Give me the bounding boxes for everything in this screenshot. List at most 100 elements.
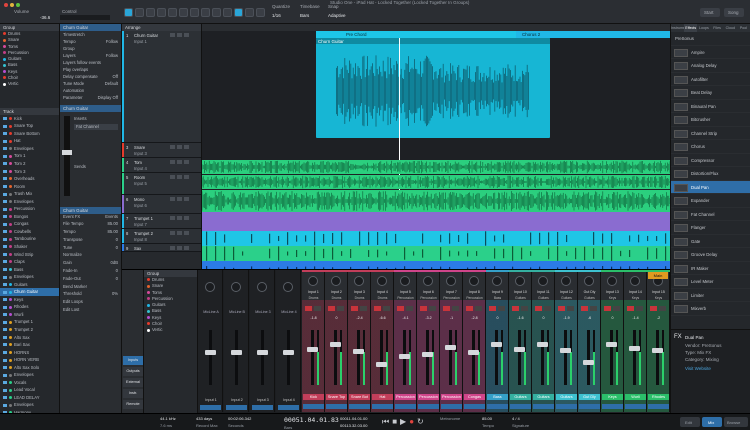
channel-strip[interactable]: Input 3 Drums -2.4 Snare Bot bbox=[348, 270, 371, 412]
track-visible-icon[interactable] bbox=[3, 335, 7, 339]
channel-output-button[interactable] bbox=[510, 404, 531, 409]
track-input[interactable]: Input 3 bbox=[134, 151, 147, 156]
pan-knob[interactable] bbox=[630, 276, 640, 286]
channel-name[interactable]: Hat bbox=[372, 394, 393, 400]
track-visible-icon[interactable] bbox=[3, 373, 7, 377]
track-item[interactable]: Trash Mix bbox=[0, 190, 59, 198]
input-fader-cap[interactable] bbox=[231, 350, 242, 355]
record-arm-button[interactable] bbox=[184, 231, 189, 235]
mute-button[interactable] bbox=[305, 306, 312, 311]
mute-button[interactable] bbox=[558, 306, 565, 311]
rewind-icon[interactable]: ⏮ bbox=[382, 417, 389, 427]
channel-output-button[interactable] bbox=[464, 404, 485, 409]
event-row-value[interactable]: 0 bbox=[116, 236, 118, 244]
event-row[interactable]: Fade-In 0 bbox=[60, 267, 121, 275]
pan-knob[interactable] bbox=[354, 276, 364, 286]
track-visible-icon[interactable] bbox=[3, 230, 7, 234]
mute-button[interactable] bbox=[397, 306, 404, 311]
channel-fader[interactable] bbox=[472, 330, 475, 385]
channel-name[interactable]: Guitars bbox=[510, 394, 531, 400]
lane-tom[interactable] bbox=[202, 190, 670, 212]
record-arm-button[interactable] bbox=[184, 33, 189, 37]
track-visible-icon[interactable] bbox=[3, 192, 7, 196]
event-row[interactable]: Transpose 0 bbox=[60, 236, 121, 244]
mixer-side-button[interactable]: Instr. bbox=[123, 389, 143, 398]
track-item[interactable]: Tambourine bbox=[0, 235, 59, 243]
channel-fader-cap[interactable] bbox=[514, 346, 525, 352]
output-button[interactable] bbox=[200, 405, 221, 410]
browser-item[interactable]: Gate bbox=[671, 235, 750, 248]
channel-name[interactable]: Keys bbox=[602, 394, 623, 400]
track-input[interactable]: Input 1 bbox=[134, 39, 147, 44]
browser-item[interactable]: Limiter bbox=[671, 289, 750, 302]
channel-level-readout[interactable]: -2.4 bbox=[348, 316, 371, 320]
track-input[interactable]: Input 7 bbox=[134, 222, 147, 227]
mixer-side-button[interactable]: Outputs bbox=[123, 367, 143, 376]
gain-knob[interactable] bbox=[257, 282, 267, 292]
track-item[interactable]: Alto Sax bbox=[0, 334, 59, 342]
loop-end[interactable]: 00113.32.03.00 bbox=[340, 423, 368, 428]
pan-knob[interactable] bbox=[515, 276, 525, 286]
browser-item[interactable]: Dual Pan bbox=[671, 180, 750, 194]
solo-button[interactable] bbox=[544, 306, 551, 311]
event-row[interactable]: Threshold 0% bbox=[60, 290, 121, 298]
channel-output-button[interactable] bbox=[418, 404, 439, 409]
group-item[interactable]: Vertic bbox=[0, 81, 59, 87]
solo-button[interactable] bbox=[177, 33, 182, 37]
solo-button[interactable] bbox=[406, 306, 413, 311]
arrow-tool-icon[interactable] bbox=[124, 8, 133, 17]
pan-knob[interactable] bbox=[308, 276, 318, 286]
track-header[interactable]: 1 Churn Guitar Input 1 bbox=[122, 31, 201, 143]
channel-output-button[interactable] bbox=[602, 404, 623, 409]
channel-name[interactable]: Percussion bbox=[441, 394, 462, 400]
mute-button[interactable] bbox=[170, 246, 175, 250]
track-visible-icon[interactable] bbox=[3, 260, 7, 264]
channel-fader[interactable] bbox=[633, 330, 636, 385]
channel-fader-cap[interactable] bbox=[307, 347, 318, 353]
channel-fader[interactable] bbox=[541, 330, 544, 385]
pan-knob[interactable] bbox=[469, 276, 479, 286]
channel-output-button[interactable] bbox=[648, 404, 669, 409]
start-button[interactable]: Start bbox=[700, 8, 720, 17]
channel-level-readout[interactable]: -2.8 bbox=[463, 316, 486, 320]
channel-name[interactable]: Snare Bot bbox=[349, 394, 370, 400]
browser-item[interactable]: Groove Delay bbox=[671, 248, 750, 262]
inspector-row-value[interactable]: Off bbox=[112, 73, 118, 80]
event-row-value[interactable]: 0 bbox=[116, 244, 118, 252]
track-item[interactable]: Envelopes bbox=[0, 371, 59, 379]
output-button[interactable] bbox=[226, 405, 247, 410]
mute-button[interactable] bbox=[512, 306, 519, 311]
event-row[interactable]: Tempo 85.00 bbox=[60, 228, 121, 236]
audio-clip-churn-guitar[interactable]: Churn Guitar bbox=[316, 38, 550, 138]
track-visible-icon[interactable] bbox=[3, 177, 7, 181]
track-name[interactable]: Room bbox=[134, 175, 145, 180]
track-item[interactable]: Room bbox=[0, 183, 59, 191]
mute-button[interactable] bbox=[170, 231, 175, 235]
channel-name[interactable]: Rhodes bbox=[648, 394, 669, 400]
track-visible-icon[interactable] bbox=[3, 207, 7, 211]
channel-strip[interactable]: Input 7 Percussion -1 Percussion bbox=[440, 270, 463, 412]
follow-icon[interactable] bbox=[234, 8, 243, 17]
inspector-row[interactable]: Timestretch bbox=[60, 31, 121, 38]
solo-button[interactable] bbox=[475, 306, 482, 311]
browser-item[interactable]: Fat Channel bbox=[671, 208, 750, 221]
channel-fader[interactable] bbox=[518, 330, 521, 385]
channel-strip[interactable]: Input 2 Drums 0 Snare Top bbox=[325, 270, 348, 412]
track-item[interactable]: Wurli bbox=[0, 311, 59, 319]
channel-strip[interactable]: Input 1 Drums -1.8 Kick bbox=[302, 270, 325, 412]
event-row-value[interactable]: 0 bbox=[116, 267, 118, 275]
track-item[interactable]: Tom 1 bbox=[0, 152, 59, 160]
play-icon[interactable]: ▶ bbox=[400, 417, 406, 427]
visit-website-link[interactable]: Visit Website bbox=[685, 366, 711, 371]
record-arm-button[interactable] bbox=[184, 160, 189, 164]
channel-strip[interactable]: Input 14 Keys -1.4 Wurli bbox=[624, 270, 647, 412]
track-visible-icon[interactable] bbox=[3, 169, 7, 173]
channel-fader[interactable] bbox=[495, 330, 498, 385]
snap-value[interactable]: Adaptive bbox=[328, 13, 346, 18]
mute-button[interactable] bbox=[420, 306, 427, 311]
eraser-tool-icon[interactable] bbox=[157, 8, 166, 17]
track-item[interactable]: Alto Sax Solo bbox=[0, 364, 59, 372]
channel-output-button[interactable] bbox=[579, 404, 600, 409]
marker-chorus-2[interactable]: Chorus 2 bbox=[516, 31, 670, 38]
track-visible-icon[interactable] bbox=[3, 184, 7, 188]
